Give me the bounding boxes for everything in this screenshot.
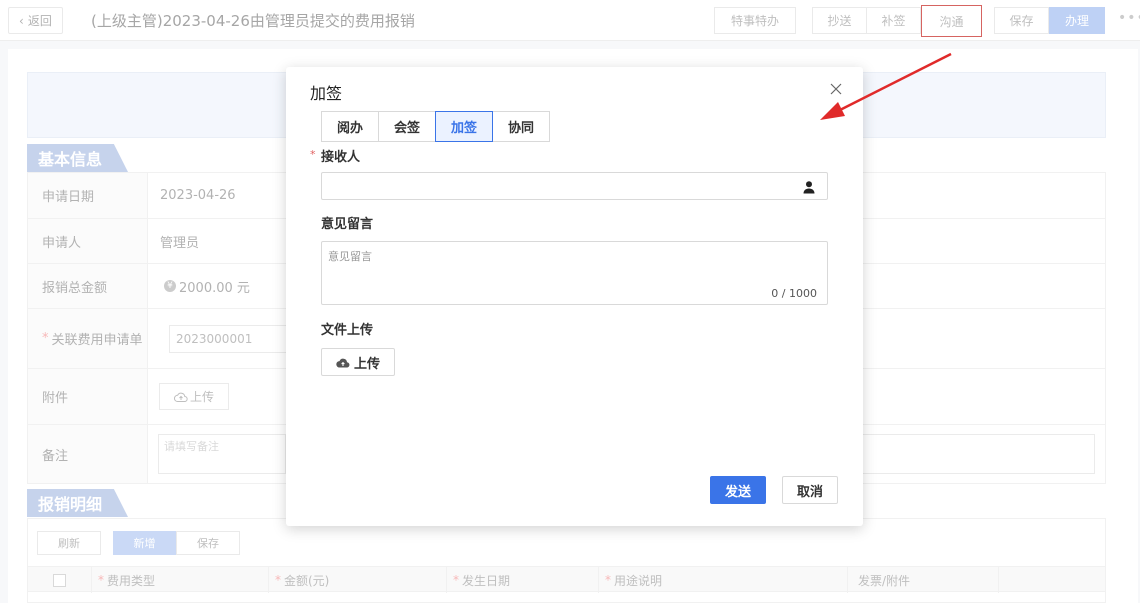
cancel-button[interactable]: 取消 bbox=[782, 476, 838, 504]
comment-label: 意见留言 bbox=[321, 217, 374, 232]
tab-add-signer[interactable]: 加签 bbox=[435, 111, 493, 142]
add-signer-dialog: 加签 阅办 会签 加签 协同 * 接收人 意见留言 意见留言 0 / 1000 … bbox=[286, 67, 863, 526]
tab-collaborate[interactable]: 协同 bbox=[492, 111, 550, 142]
dialog-title: 加签 bbox=[310, 84, 343, 103]
comment-char-count: 0 / 1000 bbox=[771, 287, 817, 300]
comment-placeholder: 意见留言 bbox=[328, 250, 372, 263]
person-icon[interactable] bbox=[802, 180, 816, 194]
cloud-upload-icon bbox=[336, 358, 350, 368]
tab-read[interactable]: 阅办 bbox=[321, 111, 379, 142]
action-tabs: 阅办 会签 加签 协同 bbox=[321, 111, 550, 142]
receiver-label-wrap: * 接收人 bbox=[310, 146, 361, 165]
file-upload-button[interactable]: 上传 bbox=[321, 348, 395, 376]
file-upload-button-label: 上传 bbox=[353, 356, 380, 372]
send-button[interactable]: 发送 bbox=[710, 476, 766, 504]
receiver-input[interactable] bbox=[321, 172, 828, 200]
file-upload-label: 文件上传 bbox=[321, 323, 374, 338]
comment-textarea[interactable]: 意见留言 0 / 1000 bbox=[321, 241, 828, 305]
receiver-label: 接收人 bbox=[321, 150, 361, 165]
close-icon[interactable] bbox=[829, 82, 843, 96]
required-mark: * bbox=[310, 148, 316, 161]
tab-countersign[interactable]: 会签 bbox=[378, 111, 436, 142]
